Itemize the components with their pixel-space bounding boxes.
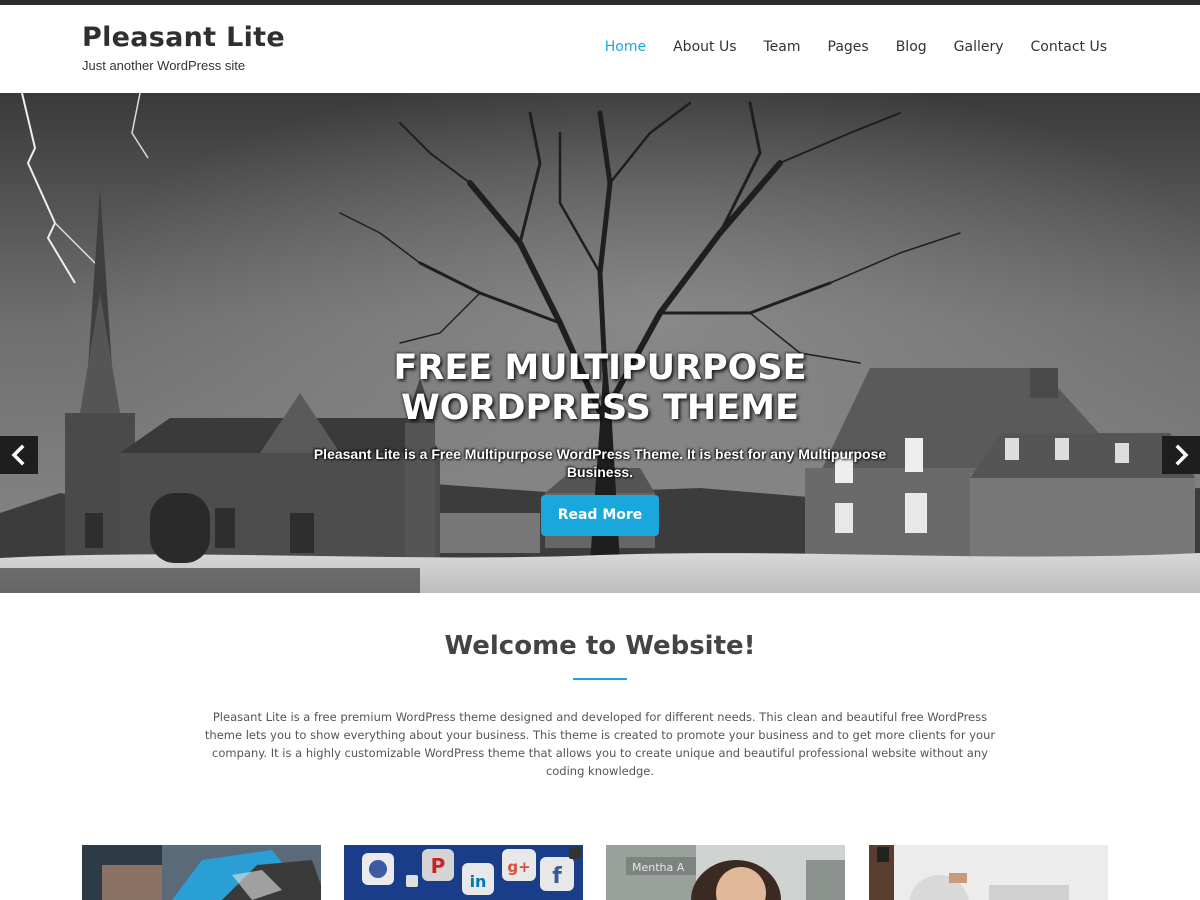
social-media-icons-image: P in g+ f (344, 845, 583, 900)
service-card-image-3[interactable]: Mentha A (606, 845, 845, 900)
nav-item-blog[interactable]: Blog (896, 39, 927, 55)
site-tagline: Just another WordPress site (82, 58, 246, 73)
svg-text:in: in (470, 872, 487, 891)
chevron-left-icon (11, 444, 25, 466)
svg-text:g+: g+ (507, 858, 530, 876)
slider-next-button[interactable] (1162, 436, 1200, 474)
site-header: Pleasant Lite Just another WordPress sit… (0, 5, 1200, 93)
svg-text:Mentha A: Mentha A (632, 861, 685, 874)
nav-item-about-us[interactable]: About Us (673, 39, 736, 55)
hero-description: Pleasant Lite is a Free Multipurpose Wor… (313, 446, 887, 480)
chevron-right-icon (1175, 444, 1189, 466)
hero-slider: FREE MULTIPURPOSE WORDPRESS THEME Pleasa… (0, 93, 1200, 593)
services-cards: P in g+ f Mentha A (82, 845, 1108, 900)
nav-item-contact-us[interactable]: Contact Us (1031, 39, 1107, 55)
hero-title: FREE MULTIPURPOSE WORDPRESS THEME (0, 348, 1200, 428)
service-card-image-1[interactable] (82, 845, 321, 900)
team-hands-image (82, 845, 321, 900)
site-title[interactable]: Pleasant Lite (82, 21, 285, 55)
office-woman-image: Mentha A (606, 845, 845, 900)
site-branding: Pleasant Lite Just another WordPress sit… (82, 21, 285, 73)
welcome-text: Pleasant Lite is a free premium WordPres… (204, 710, 996, 778)
nav-item-team[interactable]: Team (764, 39, 801, 55)
main-navigation: Home About Us Team Pages Blog Gallery Co… (578, 39, 1107, 55)
svg-text:P: P (431, 854, 446, 878)
nav-item-gallery[interactable]: Gallery (954, 39, 1004, 55)
welcome-title: Welcome to Website! (444, 631, 756, 661)
slider-prev-button[interactable] (0, 436, 38, 474)
nav-item-pages[interactable]: Pages (828, 39, 869, 55)
read-more-button[interactable]: Read More (541, 495, 659, 536)
hero-title-line-2: WORDPRESS THEME (401, 388, 799, 428)
service-card-image-4[interactable] (869, 845, 1108, 900)
svg-text:f: f (552, 864, 562, 889)
hero-title-line-1: FREE MULTIPURPOSE (393, 348, 807, 388)
title-underline (573, 678, 627, 680)
business-meeting-image (869, 845, 1108, 900)
nav-item-home[interactable]: Home (605, 39, 646, 55)
service-card-image-2[interactable]: P in g+ f (344, 845, 583, 900)
